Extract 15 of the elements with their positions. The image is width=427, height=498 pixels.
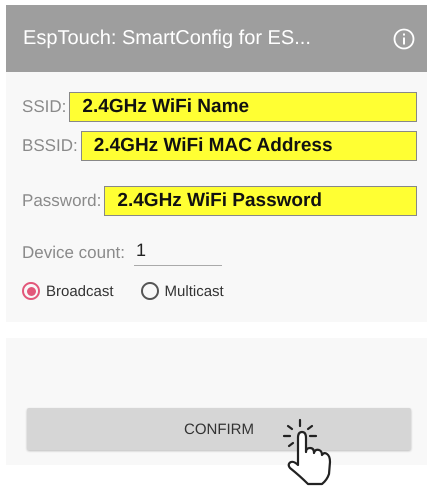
confirm-button[interactable]: CONFIRM (27, 408, 411, 450)
info-icon[interactable] (393, 28, 415, 50)
field-label: SSID: (22, 97, 66, 117)
field-label: Password: (22, 191, 102, 211)
input-field[interactable]: 1 (134, 240, 222, 266)
radio-icon[interactable] (140, 282, 159, 300)
radio-icon[interactable] (22, 282, 40, 300)
app-title: EspTouch: SmartConfig for ES... (23, 27, 311, 50)
input-field[interactable]: 2.4GHz WiFi MAC Address (80, 131, 417, 161)
radio-option[interactable]: Multicast (140, 282, 224, 300)
input-field[interactable]: 2.4GHz WiFi Name (69, 92, 417, 122)
field-label: Device count: (22, 243, 125, 263)
radio-option[interactable]: Broadcast (22, 282, 114, 300)
input-field[interactable]: 2.4GHz WiFi Password (104, 186, 417, 216)
field-label: BSSID: (22, 136, 78, 156)
